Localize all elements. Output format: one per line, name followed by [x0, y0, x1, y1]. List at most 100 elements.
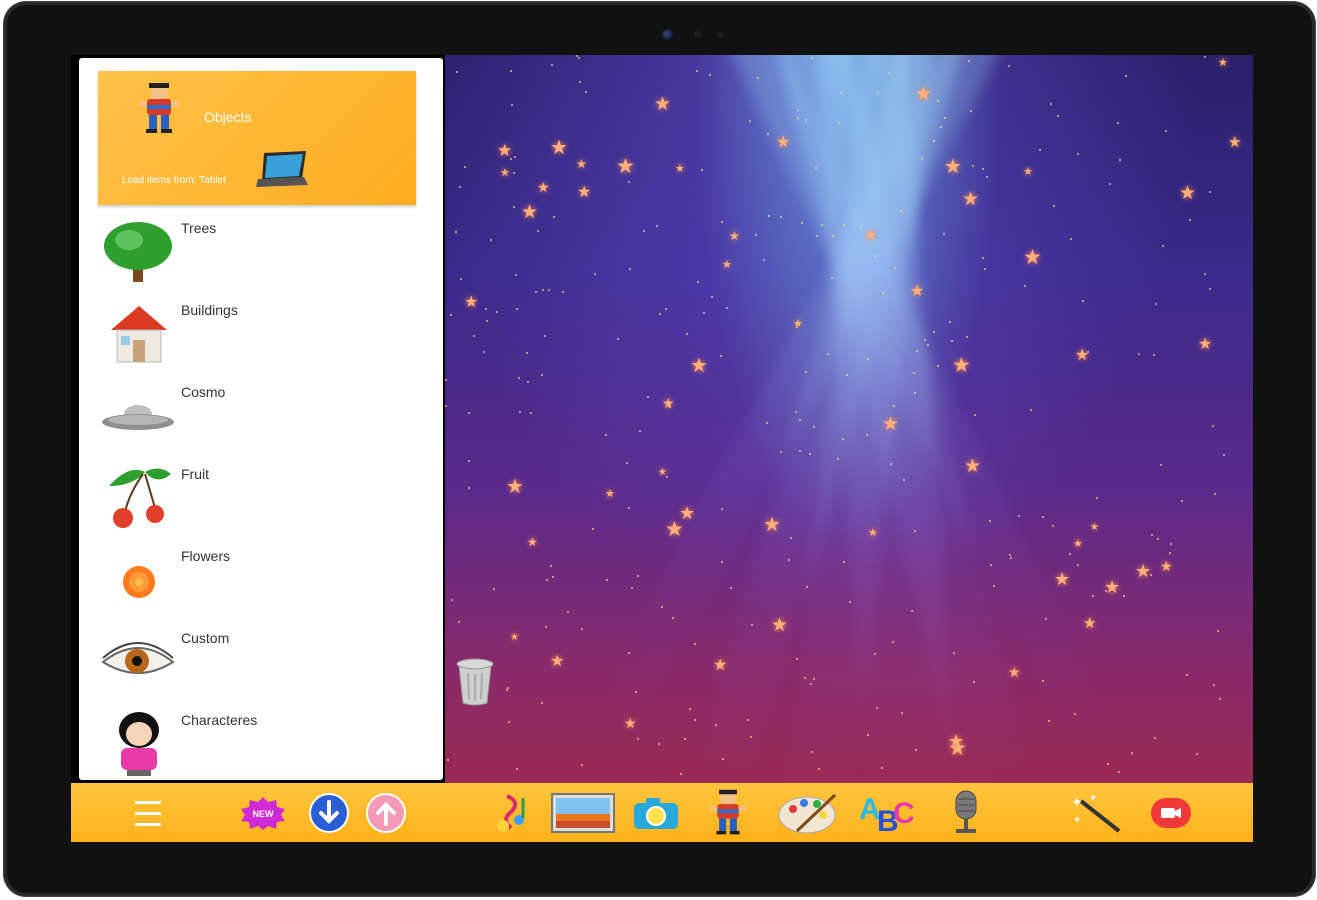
objects-panel: Objects Load items from: Tablet Trees Bu…	[79, 58, 443, 780]
star: ★	[962, 189, 980, 210]
sparkle	[816, 235, 818, 237]
sparkle	[468, 412, 470, 414]
star: ★	[944, 156, 962, 178]
category-label: Buildings	[181, 302, 238, 318]
objects-header-card[interactable]: Objects Load items from: Tablet	[98, 71, 416, 205]
star: ★	[1083, 615, 1097, 632]
sparkle	[968, 60, 970, 62]
sparkle	[445, 405, 447, 407]
magic-wand-icon: ✦ ✦ ✦	[1071, 793, 1121, 833]
sparkle	[485, 308, 487, 310]
star: ★	[1054, 569, 1071, 589]
new-button[interactable]: NEW	[238, 788, 288, 838]
sparkle	[840, 92, 842, 94]
sparkle	[933, 331, 935, 333]
character-icon	[119, 712, 159, 776]
character-icon	[139, 83, 179, 133]
background-picture-button[interactable]	[551, 788, 615, 838]
sparkle	[900, 210, 902, 212]
sparkle	[881, 767, 883, 769]
sparkle	[628, 181, 630, 183]
star: ★	[1160, 558, 1173, 574]
sparkle	[459, 186, 461, 188]
record-video-button[interactable]	[1146, 788, 1196, 838]
sparkle	[715, 724, 717, 726]
sparkle	[1196, 753, 1198, 755]
star: ★	[1073, 538, 1083, 550]
star: ★	[616, 155, 635, 178]
category-custom[interactable]: Custom	[99, 628, 429, 708]
category-label: Cosmo	[181, 384, 226, 400]
sparkle	[984, 268, 986, 270]
sparkle	[797, 109, 799, 111]
sparkle	[672, 617, 674, 619]
category-flowers[interactable]: Flowers	[99, 546, 429, 626]
microphone-button[interactable]	[941, 788, 991, 838]
sparkle	[546, 579, 548, 581]
sparkle	[637, 738, 639, 740]
sparkle	[721, 561, 723, 563]
sparkle	[626, 462, 628, 464]
sparkle	[567, 611, 569, 613]
star: ★	[1228, 134, 1242, 151]
menu-icon[interactable]	[123, 788, 173, 838]
sparkle	[455, 231, 457, 233]
star: ★	[763, 514, 781, 536]
sparkle	[837, 458, 839, 460]
sparkle	[846, 374, 848, 376]
sparkle	[450, 314, 452, 316]
star: ★	[882, 414, 900, 435]
category-trees[interactable]: Trees	[99, 218, 429, 298]
sparkle	[686, 333, 688, 335]
record-icon	[1151, 798, 1191, 828]
eye-icon	[101, 642, 175, 674]
sparkle	[1024, 285, 1026, 287]
sparkle	[447, 759, 449, 761]
sparkle	[552, 576, 554, 578]
sparkle	[456, 71, 458, 73]
ufo-icon	[102, 405, 174, 430]
sparkle	[548, 289, 550, 291]
objects-title: Objects	[204, 109, 252, 125]
category-fruit[interactable]: Fruit	[99, 464, 429, 544]
camera-button[interactable]	[631, 788, 681, 838]
characters-button[interactable]	[703, 788, 753, 838]
sparkle	[1074, 713, 1076, 715]
star: ★	[776, 134, 791, 151]
sparkle	[468, 487, 470, 489]
app-screen: ★ ★ ★ ★ ★ ★ ★ ★ ★ ★ ★ ★ ★ ★ ★ ★ ★ ★ ★ ★ ★ ★ ★ ★ ★ ★ ★ ★ ★ ★ ★ ★ ★ ★ ★ ★ ★ ★ ★ ★…	[71, 55, 1253, 842]
upload-button[interactable]	[361, 788, 411, 838]
tablet-icon[interactable]	[254, 149, 310, 191]
sparkle	[721, 508, 723, 510]
effects-button[interactable]: ✦ ✦ ✦	[1067, 788, 1123, 838]
star: ★	[713, 657, 728, 674]
sparkle	[562, 291, 564, 293]
trash-icon[interactable]	[454, 657, 496, 707]
music-button[interactable]	[485, 788, 535, 838]
download-button[interactable]	[304, 788, 354, 838]
sparkle	[860, 226, 862, 228]
sparkle	[656, 225, 658, 227]
category-cosmo[interactable]: Cosmo	[99, 382, 429, 462]
paint-button[interactable]	[777, 788, 839, 838]
sparkle	[944, 117, 946, 119]
star: ★	[964, 456, 982, 477]
sparkle	[1048, 720, 1050, 722]
category-label: Characteres	[181, 712, 258, 728]
sparkle	[914, 530, 916, 532]
new-icon: NEW	[241, 797, 285, 830]
category-buildings[interactable]: Buildings	[99, 300, 429, 380]
sparkle	[953, 652, 955, 654]
category-characteres[interactable]: Characteres	[99, 710, 429, 790]
sparkle	[1204, 273, 1206, 275]
sparkle	[989, 520, 991, 522]
sparkle	[535, 291, 537, 293]
scene-canvas[interactable]: ★ ★ ★ ★ ★ ★ ★ ★ ★ ★ ★ ★ ★ ★ ★ ★ ★ ★ ★ ★ ★ ★ ★ ★ ★ ★ ★ ★ ★ ★ ★ ★ ★ ★ ★ ★ ★ ★ ★ ★…	[445, 55, 1253, 817]
sparkle	[550, 565, 552, 567]
sparkle	[689, 708, 691, 710]
sparkle	[970, 110, 972, 112]
star: ★	[729, 229, 740, 243]
sparkle	[629, 268, 631, 270]
text-button[interactable]: A B C	[857, 788, 919, 838]
sparkle	[818, 768, 820, 770]
